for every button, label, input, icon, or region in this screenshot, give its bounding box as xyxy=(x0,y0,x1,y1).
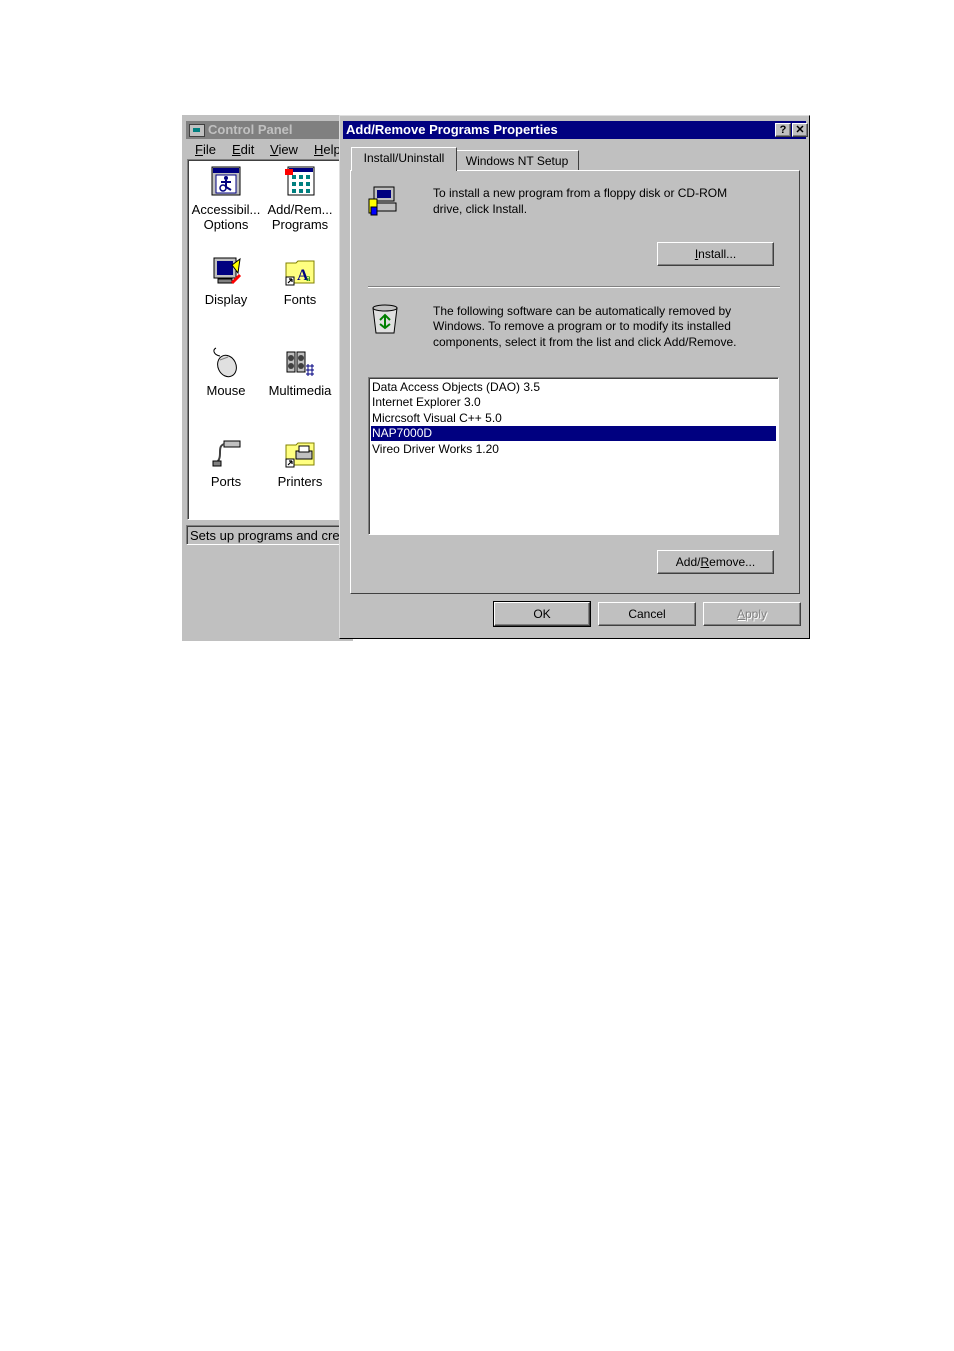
control-panel-statusbar: Sets up programs and cre xyxy=(186,525,346,545)
cp-item-mouse[interactable]: Mouse xyxy=(189,346,263,398)
remove-text-line3: components, select it from the list and … xyxy=(433,335,737,349)
list-item[interactable]: Vireo Driver Works 1.20 xyxy=(371,442,776,457)
control-panel-system-icon[interactable] xyxy=(189,124,205,137)
printers-folder-icon xyxy=(284,437,316,469)
control-panel-title: Control Panel xyxy=(208,122,293,137)
dialog-title: Add/Remove Programs Properties xyxy=(346,122,558,137)
tab-windows-nt-setup[interactable]: Windows NT Setup xyxy=(455,150,579,171)
add-remove-programs-icon xyxy=(284,165,316,197)
fonts-folder-icon: Aa xyxy=(284,255,316,287)
remove-text-line2: Windows. To remove a program or to modif… xyxy=(433,319,731,333)
list-item-selected[interactable]: NAP7000D xyxy=(371,426,776,441)
cp-item-label: Printers xyxy=(277,474,323,489)
cp-item-add-remove-programs[interactable]: Add/Rem... Programs xyxy=(263,165,337,232)
ports-icon xyxy=(210,437,242,469)
control-panel-icon-view: Accessibil... Options Add/Rem... Program… xyxy=(187,159,349,520)
ok-button[interactable]: OK xyxy=(493,601,591,627)
add-remove-button[interactable]: Add/Remove... xyxy=(657,550,774,574)
cp-item-label: Accessibil... xyxy=(191,202,261,217)
cp-item-label: Ports xyxy=(210,474,242,489)
menu-file[interactable]: File xyxy=(195,141,216,159)
cp-item-label: Mouse xyxy=(206,383,246,398)
display-icon xyxy=(210,255,242,287)
mouse-icon xyxy=(210,346,242,378)
cp-item-fonts[interactable]: Aa Fonts xyxy=(263,255,337,307)
install-text-line2: drive, click Install. xyxy=(433,202,528,216)
control-panel-menubar: File Edit View Help xyxy=(183,141,353,159)
cp-item-label: Display xyxy=(204,292,248,307)
menu-view[interactable]: View xyxy=(270,141,298,159)
list-item[interactable]: Micrcsoft Visual C++ 5.0 xyxy=(371,411,776,426)
installed-programs-list[interactable]: Data Access Objects (DAO) 3.5 Internet E… xyxy=(368,377,779,535)
cancel-button[interactable]: Cancel xyxy=(598,602,696,626)
accessibility-icon xyxy=(210,165,242,197)
menu-edit[interactable]: Edit xyxy=(232,141,254,159)
cp-item-display[interactable]: Display xyxy=(189,255,263,307)
cp-item-label: Options xyxy=(203,217,249,232)
list-item[interactable]: Data Access Objects (DAO) 3.5 xyxy=(371,380,776,395)
list-item[interactable]: Internet Explorer 3.0 xyxy=(371,395,776,410)
control-panel-window: Control Panel File Edit View Help Access… xyxy=(182,115,353,641)
svg-text:a: a xyxy=(306,273,311,284)
install-text-line1: To install a new program from a floppy d… xyxy=(433,186,728,200)
remove-text-line1: The following software can be automatica… xyxy=(433,304,732,318)
cp-item-label: Add/Rem... xyxy=(267,202,333,217)
multimedia-icon xyxy=(284,346,316,378)
tab-install-uninstall[interactable]: Install/Uninstall xyxy=(351,147,457,171)
close-button[interactable]: ✕ xyxy=(792,123,808,137)
install-button[interactable]: Install... xyxy=(657,242,774,266)
cp-item-ports[interactable]: Ports xyxy=(189,437,263,489)
cp-item-printers[interactable]: Printers xyxy=(263,437,337,489)
recycle-bin-icon xyxy=(368,302,402,339)
section-divider xyxy=(368,286,780,288)
cp-item-label: Multimedia xyxy=(268,383,332,398)
install-computer-icon xyxy=(368,185,402,222)
menu-help[interactable]: Help xyxy=(314,141,341,159)
dialog-titlebar[interactable]: Add/Remove Programs Properties ? ✕ xyxy=(343,121,808,139)
control-panel-titlebar[interactable]: Control Panel xyxy=(186,121,350,139)
install-uninstall-panel: To install a new program from a floppy d… xyxy=(350,170,800,594)
cp-item-label: Fonts xyxy=(283,292,317,307)
add-remove-programs-dialog: Add/Remove Programs Properties ? ✕ Insta… xyxy=(339,115,810,639)
cp-item-multimedia[interactable]: Multimedia xyxy=(263,346,337,398)
cp-item-label: Programs xyxy=(271,217,329,232)
apply-button[interactable]: Apply xyxy=(703,602,801,626)
help-button[interactable]: ? xyxy=(775,123,791,137)
cp-item-accessibility[interactable]: Accessibil... Options xyxy=(189,165,263,232)
